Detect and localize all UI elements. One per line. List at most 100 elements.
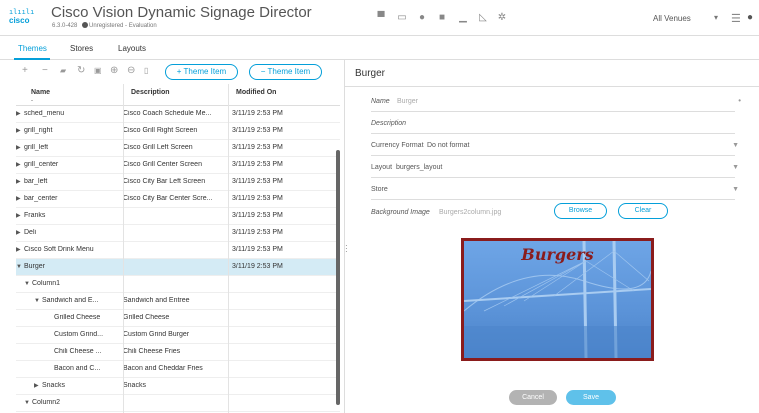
layout-label: Layout: [371, 164, 393, 171]
zoom-out-icon[interactable]: ⊖: [127, 66, 135, 76]
version-text: 6.3.0-428: [52, 23, 78, 29]
row-description: Grilled Cheese: [123, 314, 170, 321]
venue-select[interactable]: All Venues: [653, 14, 691, 23]
row-modified: 3/11/19 2:53 PM: [232, 127, 283, 134]
table-row[interactable]: ▶ sched_menu Cisco Coach Schedule Me... 3/1…: [16, 106, 340, 123]
row-modified: 3/11/19 2:53 PM: [232, 212, 283, 219]
cancel-button[interactable]: Cancel: [509, 390, 557, 405]
table-row[interactable]: ▼ Column2: [16, 395, 340, 412]
table-row[interactable]: ▶ Franks 3/11/19 2:53 PM: [16, 208, 340, 225]
logo-text: cisco: [9, 16, 30, 25]
play-icon[interactable]: ●: [416, 13, 428, 23]
monitor-icon[interactable]: ▀: [375, 13, 387, 23]
app-header: ılıılı cisco Cisco Vision Dynamic Signag…: [0, 0, 759, 36]
description-field[interactable]: Description: [371, 116, 735, 134]
tab-themes[interactable]: Themes: [18, 44, 47, 53]
table-row[interactable]: ▶ grill_left Cisco Grill Left Screen 3/11/1…: [16, 140, 340, 157]
expand-arrow-icon[interactable]: ▶: [16, 127, 24, 134]
save-button[interactable]: Save: [566, 390, 616, 405]
table-row[interactable]: ▶ Deli 3/11/19 2:53 PM: [16, 225, 340, 242]
gear-icon[interactable]: ✲: [496, 13, 508, 23]
display-icon[interactable]: ▭: [396, 13, 408, 23]
cisco-bars-icon: ılıılı: [9, 8, 35, 16]
column-divider: [228, 84, 229, 413]
collapse-arrow-icon[interactable]: ▼: [16, 264, 24, 270]
column-header-description[interactable]: Description: [131, 89, 170, 96]
zoom-in-icon[interactable]: ⊕: [110, 66, 118, 76]
table-row[interactable]: Grilled Cheese Grilled Cheese: [16, 310, 340, 327]
remove-theme-item-button[interactable]: − Theme Item: [249, 64, 322, 80]
row-name: Chili Cheese ...: [54, 348, 102, 355]
chevron-down-icon[interactable]: ▾: [714, 13, 718, 22]
row-name-cell: ▼ Sandwich and E...: [34, 297, 134, 304]
table-row[interactable]: ▶ bar_left Cisco City Bar Left Screen 3/11/…: [16, 174, 340, 191]
row-name-cell: ▶ bar_center: [16, 195, 116, 202]
tools-icon[interactable]: ◺: [477, 13, 489, 23]
add-icon[interactable]: +: [22, 66, 28, 76]
chevron-down-icon[interactable]: ▼: [732, 164, 739, 171]
layout-value: burgers_layout: [396, 164, 443, 171]
store-select[interactable]: Store ▼: [371, 182, 739, 200]
expand-arrow-icon[interactable]: ▶: [16, 195, 24, 202]
remove-icon[interactable]: −: [42, 66, 48, 76]
expand-arrow-icon[interactable]: ▶: [16, 144, 24, 151]
table-row[interactable]: Custom Grind... Custom Grind Burger: [16, 327, 340, 344]
background-image-label: Background Image: [371, 209, 430, 216]
divider: [345, 86, 759, 87]
app-version: 6.3.0-428 Unregistered - Evaluation: [52, 22, 157, 29]
name-field[interactable]: Name Burger •: [371, 94, 741, 112]
table-row[interactable]: ▶ grill_right Cisco Grill Right Screen 3/11…: [16, 123, 340, 140]
browse-button[interactable]: Browse: [554, 203, 607, 219]
menu-icon[interactable]: ☰: [731, 12, 741, 25]
row-description: Sandwich and Entree: [123, 297, 190, 304]
table-row[interactable]: ▼ Burger 3/11/19 2:53 PM: [16, 259, 340, 276]
row-description: Snacks: [123, 382, 146, 389]
column-header-name[interactable]: Name: [31, 89, 50, 96]
collapse-arrow-icon[interactable]: ▼: [24, 400, 32, 406]
license-text: Unregistered - Evaluation: [89, 23, 157, 29]
table-row[interactable]: ▶ grill_center Cisco Grill Center Screen 3/…: [16, 157, 340, 174]
table-row[interactable]: ▼ Column1: [16, 276, 340, 293]
expand-arrow-icon[interactable]: ▶: [16, 229, 24, 236]
table-row[interactable]: ▶ bar_center Cisco City Bar Center Scre...…: [16, 191, 340, 208]
currency-format-select[interactable]: Currency Format Do not format ▼: [371, 138, 739, 156]
collapse-arrow-icon[interactable]: ▼: [24, 281, 32, 287]
tab-stores[interactable]: Stores: [70, 44, 93, 53]
export-icon[interactable]: ▣: [94, 66, 102, 76]
background-image-value: Burgers2column.jpg: [439, 209, 502, 216]
name-input[interactable]: Burger: [397, 98, 418, 105]
copy-icon[interactable]: ▰: [60, 66, 66, 76]
row-name: sched_menu: [24, 110, 65, 117]
layout-select[interactable]: Layout burgers_layout ▼: [371, 160, 739, 178]
row-name-cell: ▼ Column1: [24, 280, 124, 287]
expand-arrow-icon[interactable]: ▶: [34, 382, 42, 389]
refresh-icon[interactable]: ↻: [77, 66, 85, 76]
document-icon[interactable]: ▯: [144, 66, 148, 76]
vertical-scrollbar[interactable]: [336, 150, 340, 405]
table-row[interactable]: ▶ Cisco Soft Drink Menu 3/11/19 2:53 PM: [16, 242, 340, 259]
clear-button[interactable]: Clear: [618, 203, 668, 219]
row-modified: 3/11/19 2:53 PM: [232, 178, 283, 185]
description-label: Description: [371, 120, 407, 127]
table-row[interactable]: ▶ Snacks Snacks: [16, 378, 340, 395]
chevron-down-icon[interactable]: ▼: [732, 186, 739, 193]
expand-arrow-icon[interactable]: ▶: [16, 178, 24, 185]
row-name: Column1: [32, 280, 61, 287]
expand-arrow-icon[interactable]: ▶: [16, 212, 24, 219]
add-theme-item-button[interactable]: + Theme Item: [165, 64, 238, 80]
collapse-arrow-icon[interactable]: ▼: [34, 298, 42, 304]
chevron-down-icon[interactable]: ▼: [732, 142, 739, 149]
row-name-cell: ▶ sched_menu: [16, 110, 116, 117]
expand-arrow-icon[interactable]: ▶: [16, 161, 24, 168]
expand-arrow-icon[interactable]: ▶: [16, 110, 24, 117]
tab-layouts[interactable]: Layouts: [118, 44, 146, 53]
expand-arrow-icon[interactable]: ▶: [16, 246, 24, 253]
column-header-modified[interactable]: Modified On: [236, 89, 276, 96]
grid-icon[interactable]: ■: [436, 13, 448, 23]
user-icon[interactable]: ●: [747, 12, 753, 23]
table-row[interactable]: Bacon and C... Bacon and Cheddar Fries: [16, 361, 340, 378]
table-row[interactable]: Chili Cheese ... Chili Cheese Fries: [16, 344, 340, 361]
table-row[interactable]: ▼ Sandwich and E... Sandwich and Entree: [16, 293, 340, 310]
chart-icon[interactable]: ▁: [457, 13, 469, 23]
preview-title: Burgers: [521, 245, 594, 264]
